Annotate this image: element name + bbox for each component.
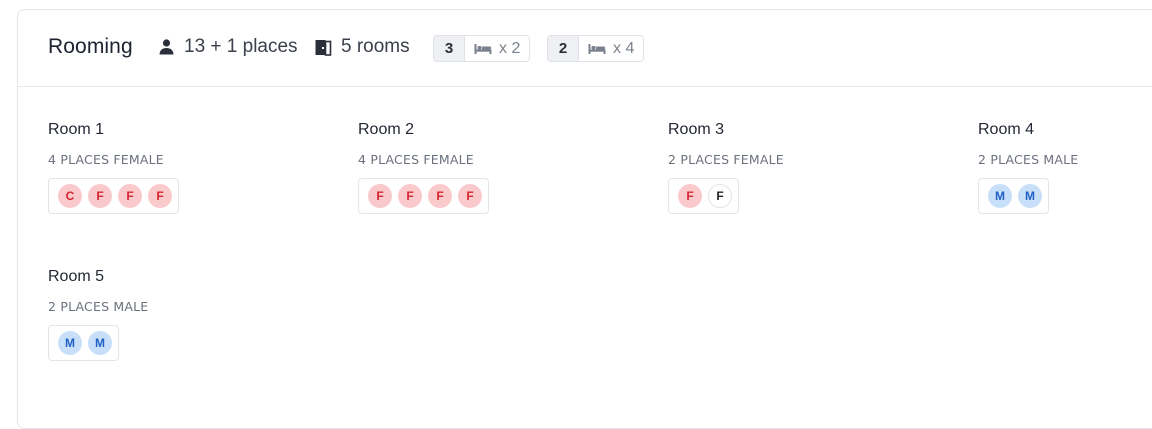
occupant-chip[interactable]: F <box>398 184 422 208</box>
room-card[interactable]: Room 2 4 PLACES FEMALE F F F F <box>358 121 489 214</box>
bed-icon <box>474 43 492 55</box>
empty-slot-chip[interactable]: F <box>708 184 732 208</box>
room-type-beds: x 4 <box>613 39 635 57</box>
room-type-count: 3 <box>434 36 465 61</box>
occupant-chip[interactable]: F <box>88 184 112 208</box>
occupant-chip[interactable]: F <box>368 184 392 208</box>
room-name: Room 3 <box>668 121 725 138</box>
room-subtitle: 2 PLACES MALE <box>48 299 149 314</box>
room-card[interactable]: Room 4 2 PLACES MALE M M <box>978 121 1079 214</box>
room-card[interactable]: Room 5 2 PLACES MALE M M <box>48 268 149 361</box>
room-subtitle: 4 PLACES FEMALE <box>358 152 474 167</box>
occupant-chip[interactable]: F <box>678 184 702 208</box>
places-label: 13 + 1 places <box>184 36 298 57</box>
room-name: Room 5 <box>48 268 105 285</box>
occupant-chip[interactable]: F <box>428 184 452 208</box>
occupant-chip[interactable]: M <box>58 331 82 355</box>
room-type-badge: 2 x 4 <box>547 35 645 62</box>
door-icon <box>315 39 332 56</box>
room-type-badge: 3 x 2 <box>433 35 531 62</box>
room-subtitle: 2 PLACES MALE <box>978 152 1079 167</box>
occupant-chip[interactable]: C <box>58 184 82 208</box>
room-card[interactable]: Room 3 2 PLACES FEMALE F F <box>668 121 784 214</box>
room-slots: F F F F <box>358 178 489 214</box>
room-name: Room 4 <box>978 121 1035 138</box>
room-subtitle: 2 PLACES FEMALE <box>668 152 784 167</box>
rooms-summary: 5 rooms <box>315 36 410 58</box>
occupant-chip[interactable]: F <box>148 184 172 208</box>
room-slots: M M <box>978 178 1049 214</box>
occupant-chip[interactable]: M <box>988 184 1012 208</box>
page-title: Rooming <box>48 35 133 58</box>
room-type-beds: x 2 <box>499 39 521 57</box>
places-summary: 13 + 1 places <box>159 36 298 58</box>
room-card[interactable]: Room 1 4 PLACES FEMALE C F F F <box>48 121 179 214</box>
person-icon <box>159 39 174 55</box>
rooming-card: Rooming 13 + 1 places 5 rooms 3 x 2 2 x … <box>17 9 1152 429</box>
room-slots: F F <box>668 178 739 214</box>
room-slots: C F F F <box>48 178 179 214</box>
occupant-chip[interactable]: M <box>1018 184 1042 208</box>
room-name: Room 2 <box>358 121 415 138</box>
occupant-chip[interactable]: M <box>88 331 112 355</box>
rooming-header: Rooming 13 + 1 places 5 rooms 3 x 2 2 x … <box>18 10 1152 87</box>
room-name: Room 1 <box>48 121 105 138</box>
room-subtitle: 4 PLACES FEMALE <box>48 152 164 167</box>
rooms-label: 5 rooms <box>341 36 410 57</box>
bed-icon <box>588 43 606 55</box>
room-slots: M M <box>48 325 119 361</box>
occupant-chip[interactable]: F <box>458 184 482 208</box>
occupant-chip[interactable]: F <box>118 184 142 208</box>
room-type-count: 2 <box>548 36 579 61</box>
